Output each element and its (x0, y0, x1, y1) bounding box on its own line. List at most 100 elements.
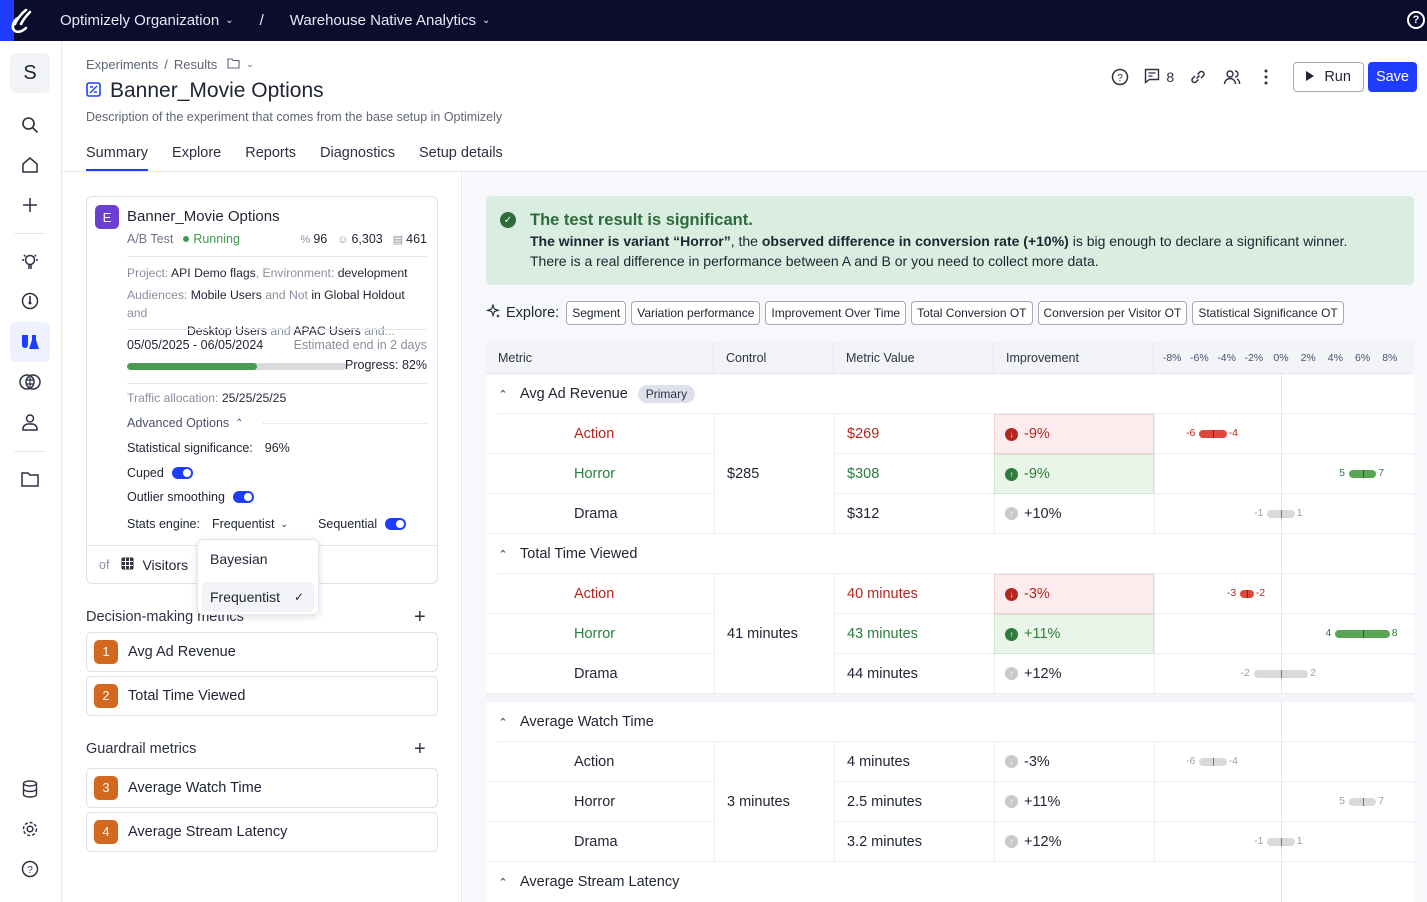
explore-chip-statistical-significance[interactable]: Statistical Significance OT (1192, 301, 1344, 325)
metric-number-badge: 1 (94, 640, 118, 664)
metric-item[interactable]: 4 Average Stream Latency (86, 812, 438, 852)
breadcrumb-results[interactable]: Results (174, 57, 217, 72)
metric-group-header[interactable]: ⌃ Average Watch Time (486, 702, 1414, 742)
gauge-icon[interactable] (10, 281, 50, 321)
banner-line-2: There is a real difference in performanc… (530, 253, 1099, 269)
help-icon[interactable]: ? (1103, 60, 1137, 94)
visitors-stat: ☺ 6,303 (337, 232, 383, 246)
tab-explore[interactable]: Explore (172, 145, 221, 171)
add-decision-metric-button[interactable]: + (414, 606, 426, 629)
experiment-meta: A/B Test Running (127, 232, 240, 246)
tab-diagnostics[interactable]: Diagnostics (320, 145, 395, 171)
ci-midpoint (1246, 590, 1249, 598)
folder-icon[interactable] (10, 459, 50, 499)
improvement-value: +12% (1024, 833, 1062, 850)
page-header: Experiments / Results ⌄ Banner_Movie Opt… (62, 41, 1427, 172)
project-label: Project: (127, 266, 169, 280)
search-icon[interactable] (10, 105, 50, 145)
stats-engine-select[interactable]: Frequentist ⌄ (212, 517, 288, 531)
org-switcher[interactable]: Optimizely Organization ⌄ (60, 12, 234, 29)
significance-stat: % 96 (301, 232, 328, 246)
user-icon[interactable] (10, 402, 50, 442)
project-switcher[interactable]: Warehouse Native Analytics ⌄ (290, 12, 491, 29)
top-bar: Optimizely Organization ⌄ / Warehouse Na… (0, 0, 1427, 41)
variant-name: Action (486, 574, 714, 614)
metric-group-header[interactable]: ⌃ Avg Ad Revenue Primary (486, 374, 1414, 414)
ci-lower-label: 5 (1339, 467, 1345, 479)
confidence-interval-bar (1267, 838, 1295, 846)
column-header-metric: Metric (486, 342, 714, 374)
explore-chip-improvement-over-time[interactable]: Improvement Over Time (765, 301, 907, 325)
improvement-value: +10% (1024, 505, 1062, 522)
breadcrumb-experiments[interactable]: Experiments (86, 57, 158, 72)
tab-setup-details[interactable]: Setup details (419, 145, 503, 171)
ci-midpoint (1212, 758, 1215, 766)
chevron-up-icon[interactable]: ⌃ (486, 716, 520, 729)
metric-value: 4 minutes (834, 742, 994, 782)
arrow-down-circle-icon: ↓ (1005, 427, 1018, 441)
cuped-toggle[interactable] (171, 467, 193, 479)
metric-item[interactable]: 1 Avg Ad Revenue (86, 632, 438, 672)
banner-line-1: The winner is variant “Horror”, the obse… (530, 233, 1347, 249)
explore-chip-conversion-per-visitor[interactable]: Conversion per Visitor OT (1037, 301, 1188, 325)
add-guardrail-metric-button[interactable]: + (414, 738, 426, 761)
chevron-up-icon[interactable]: ⌃ (486, 388, 520, 401)
comments-button[interactable]: 8 (1137, 60, 1181, 94)
ci-midpoint (1280, 510, 1283, 518)
sequential-toggle[interactable] (385, 518, 407, 530)
explore-chip-segment[interactable]: Segment (566, 301, 627, 325)
ci-lower-label: -2 (1240, 667, 1250, 679)
ci-lower-label: -6 (1186, 427, 1196, 439)
tab-reports[interactable]: Reports (245, 145, 296, 171)
advanced-options-toggle[interactable]: Advanced Options ⌃ (127, 416, 244, 430)
save-button[interactable]: Save (1367, 62, 1417, 92)
metric-item[interactable]: 2 Total Time Viewed (86, 676, 438, 716)
experiment-type-badge: E (95, 205, 119, 229)
calendar-icon: ▤ (392, 234, 404, 246)
ci-upper-label: -2 (1255, 587, 1266, 599)
flask-icon[interactable] (10, 322, 50, 362)
globe-icon[interactable] (10, 362, 50, 402)
metric-group-header[interactable]: ⌃ Average Stream Latency (486, 862, 1414, 902)
database-icon[interactable] (10, 769, 50, 809)
improvement-cell: ↑ +12% (994, 822, 1154, 862)
chevron-up-icon[interactable]: ⌃ (486, 548, 520, 561)
unit-selector[interactable]: of Visitors (99, 557, 188, 573)
header-actions: ? 8 Run Save (1103, 60, 1417, 94)
home-icon[interactable] (10, 145, 50, 185)
run-button[interactable]: Run (1293, 62, 1364, 92)
experiment-card: E Banner_Movie Options A/B Test Running … (86, 196, 438, 584)
metric-value: 44 minutes (834, 654, 994, 694)
dropdown-option-frequentist[interactable]: Frequentist ✓ (202, 582, 314, 612)
progress-label: Progress: 82% (345, 358, 427, 372)
column-header-improvement: Improvement (994, 342, 1154, 374)
outlier-label: Outlier smoothing (127, 490, 225, 504)
audience-item: Desktop Users (187, 324, 267, 338)
dropdown-option-bayesian[interactable]: Bayesian (202, 544, 314, 574)
status-badge: Running (183, 232, 240, 246)
outlier-smoothing-toggle[interactable] (232, 491, 254, 503)
folder-icon[interactable] (227, 57, 240, 72)
workspace-avatar[interactable]: S (10, 53, 50, 93)
metric-group-name: Avg Ad Revenue (520, 386, 628, 402)
axis-tick-label: -6% (1190, 352, 1209, 364)
metric-group-header[interactable]: ⌃ Total Time Viewed (486, 534, 1414, 574)
link-icon[interactable] (1181, 60, 1215, 94)
gear-icon[interactable] (10, 809, 50, 849)
chevron-up-icon[interactable]: ⌃ (486, 876, 520, 889)
ci-midpoint (1280, 838, 1283, 846)
more-vertical-icon[interactable] (1249, 60, 1283, 94)
explore-chip-total-conversion[interactable]: Total Conversion OT (911, 301, 1033, 325)
users-icon[interactable] (1215, 60, 1249, 94)
chevron-down-icon[interactable]: ⌄ (246, 59, 254, 70)
tab-summary[interactable]: Summary (86, 145, 149, 171)
lightbulb-icon[interactable] (10, 241, 50, 281)
plus-icon[interactable] (10, 185, 50, 225)
explore-chip-variation-performance[interactable]: Variation performance (631, 301, 761, 325)
optimizely-logo[interactable] (0, 0, 41, 41)
ci-midpoint (1280, 670, 1283, 678)
help-icon[interactable]: ? (10, 849, 50, 889)
unit-label: Visitors (142, 557, 189, 573)
metric-item[interactable]: 3 Average Watch Time (86, 768, 438, 808)
help-icon[interactable]: ? (1407, 11, 1425, 29)
